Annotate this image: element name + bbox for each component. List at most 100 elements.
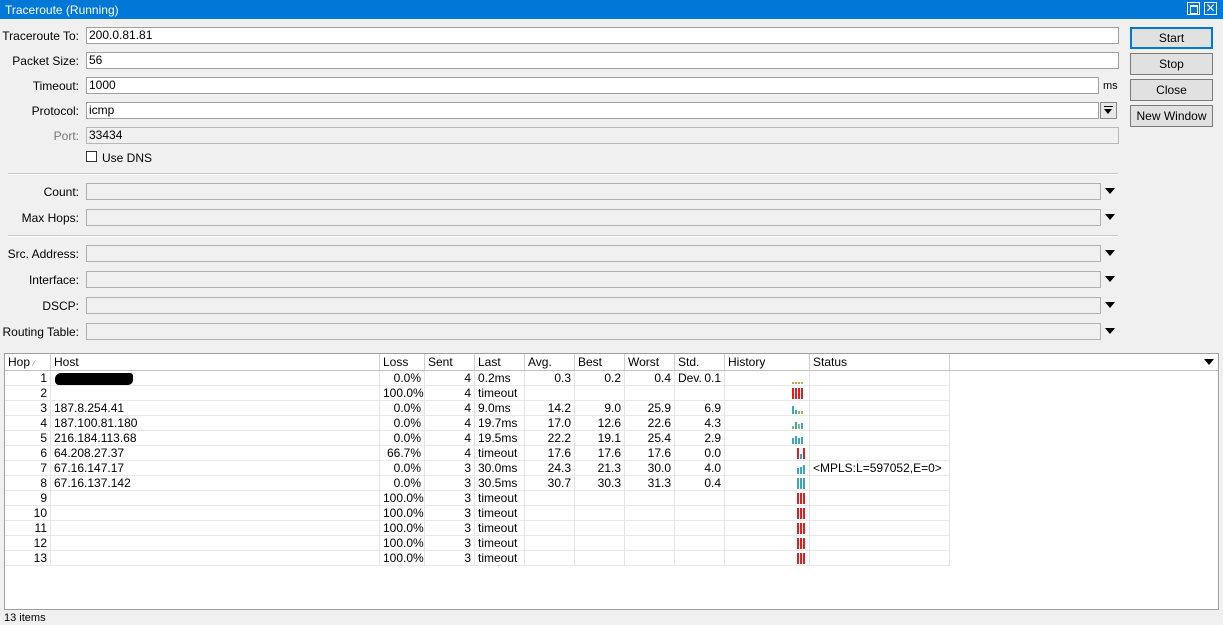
dscp-expand-icon[interactable] [1105,302,1115,308]
routing-table-expand-icon[interactable] [1105,328,1115,334]
cell-status [810,386,950,401]
cell-host [51,506,380,521]
cell-status [810,371,950,386]
use-dns-checkbox[interactable] [86,151,97,162]
cell-status [810,551,950,566]
cell-host [51,551,380,566]
cell-sent: 4 [425,401,475,416]
column-avg[interactable]: Avg. [525,354,575,370]
column-best[interactable]: Best [575,354,625,370]
table-row[interactable]: 3 187.8.254.41 0.0% 4 9.0ms 14.2 9.0 25.9 6.9 [5,401,1218,416]
table-row[interactable]: 2 100.0% 4 timeout [5,386,1218,401]
table-row[interactable]: 10 100.0% 3 timeout [5,506,1218,521]
history-bar [792,388,794,399]
cell-worst: 17.6 [625,446,675,461]
history-bar [803,553,805,564]
count-expand-icon[interactable] [1105,188,1115,194]
cell-hop: 10 [5,506,51,521]
cell-hist [725,401,810,416]
timeout-input[interactable]: 1000 [86,77,1099,94]
history-bar [800,454,802,459]
cell-host: 64.208.27.37 [51,446,380,461]
history-bar [803,448,805,459]
table-row[interactable]: 12 100.0% 3 timeout [5,536,1218,551]
traceroute-to-input[interactable]: 200.0.81.81 [86,27,1119,44]
table-row[interactable]: 8 67.16.137.142 0.0% 3 30.5ms 30.7 30.3 31.3 0.4 [5,476,1218,491]
history-bar [797,468,799,474]
port-label: Port: [53,129,79,143]
column-menu-icon[interactable] [1204,359,1214,365]
cell-std [675,506,725,521]
cell-hop: 5 [5,431,51,446]
column-std-dev[interactable]: Std. Dev. [675,354,725,385]
column-last[interactable]: Last [475,354,525,370]
column-history[interactable]: History [725,354,810,370]
cell-hop: 3 [5,401,51,416]
table-row[interactable]: 6 64.208.27.37 66.7% 4 timeout 17.6 17.6 17.6 0.… [5,446,1218,461]
routing-table-input[interactable] [86,323,1101,340]
column-status[interactable]: Status [810,354,950,370]
cell-hist [725,506,810,521]
cell-avg [525,491,575,506]
cell-hop: 6 [5,446,51,461]
cell-last: timeout [475,536,525,551]
cell-best: 17.6 [575,446,625,461]
history-bar [800,553,802,564]
cell-best: 19.1 [575,431,625,446]
column-loss[interactable]: Loss [380,354,425,370]
interface-expand-icon[interactable] [1105,276,1115,282]
cell-sent: 3 [425,506,475,521]
table-row[interactable]: 13 100.0% 3 timeout [5,551,1218,566]
max-hops-expand-icon[interactable] [1105,214,1115,220]
cell-sent: 3 [425,476,475,491]
table-row[interactable]: 5 216.184.113.68 0.0% 4 19.5ms 22.2 19.1 25.4 2.… [5,431,1218,446]
column-hop[interactable]: Hop ⁄ [5,354,51,370]
column-host[interactable]: Host [51,354,380,370]
cell-status [810,476,950,491]
history-bar [792,438,794,444]
table-row[interactable]: 9 100.0% 3 timeout [5,491,1218,506]
new-window-button[interactable]: New Window [1130,105,1213,127]
dscp-input[interactable] [86,297,1101,314]
table-row[interactable]: 1 0.0% 4 0.2ms 0.3 0.2 0.4 0.1 [5,371,1218,386]
cell-best: 12.6 [575,416,625,431]
cell-worst: 30.0 [625,461,675,476]
table-row[interactable]: 11 100.0% 3 timeout [5,521,1218,536]
close-icon[interactable]: ✕ [1204,2,1217,15]
cell-last: 19.5ms [475,431,525,446]
maximize-icon[interactable] [1187,2,1200,15]
cell-std [675,551,725,566]
start-button[interactable]: Start [1130,27,1213,49]
cell-host: 187.8.254.41 [51,401,380,416]
count-label: Count: [43,185,79,199]
cell-best [575,521,625,536]
protocol-select[interactable]: icmp [86,102,1099,119]
cell-avg [525,521,575,536]
cell-sent: 4 [425,446,475,461]
column-sent[interactable]: Sent [425,354,475,370]
cell-status [810,401,950,416]
cell-avg: 14.2 [525,401,575,416]
history-bar [797,448,799,459]
cell-last: timeout [475,491,525,506]
column-worst[interactable]: Worst [625,354,675,370]
history-bar [800,478,802,489]
count-input[interactable] [86,183,1101,200]
cell-std: 0.4 [675,476,725,491]
cell-worst: 22.6 [625,416,675,431]
cell-hist [725,431,810,446]
table-row[interactable]: 4 187.100.81.180 0.0% 4 19.7ms 17.0 12.6 22.6 4.… [5,416,1218,431]
protocol-dropdown-icon[interactable] [1100,102,1117,119]
history-bar [803,493,805,504]
history-bar [797,493,799,504]
src-address-expand-icon[interactable] [1105,250,1115,256]
max-hops-input[interactable] [86,209,1101,226]
table-row[interactable]: 7 67.16.147.17 0.0% 3 30.0ms 24.3 21.3 30.0 4.0 <… [5,461,1218,476]
cell-sent: 4 [425,386,475,401]
stop-button[interactable]: Stop [1130,53,1213,75]
src-address-input[interactable] [86,245,1101,262]
close-button[interactable]: Close [1130,79,1213,101]
packet-size-input[interactable]: 56 [86,52,1119,69]
interface-input[interactable] [86,271,1101,288]
cell-last: timeout [475,506,525,521]
